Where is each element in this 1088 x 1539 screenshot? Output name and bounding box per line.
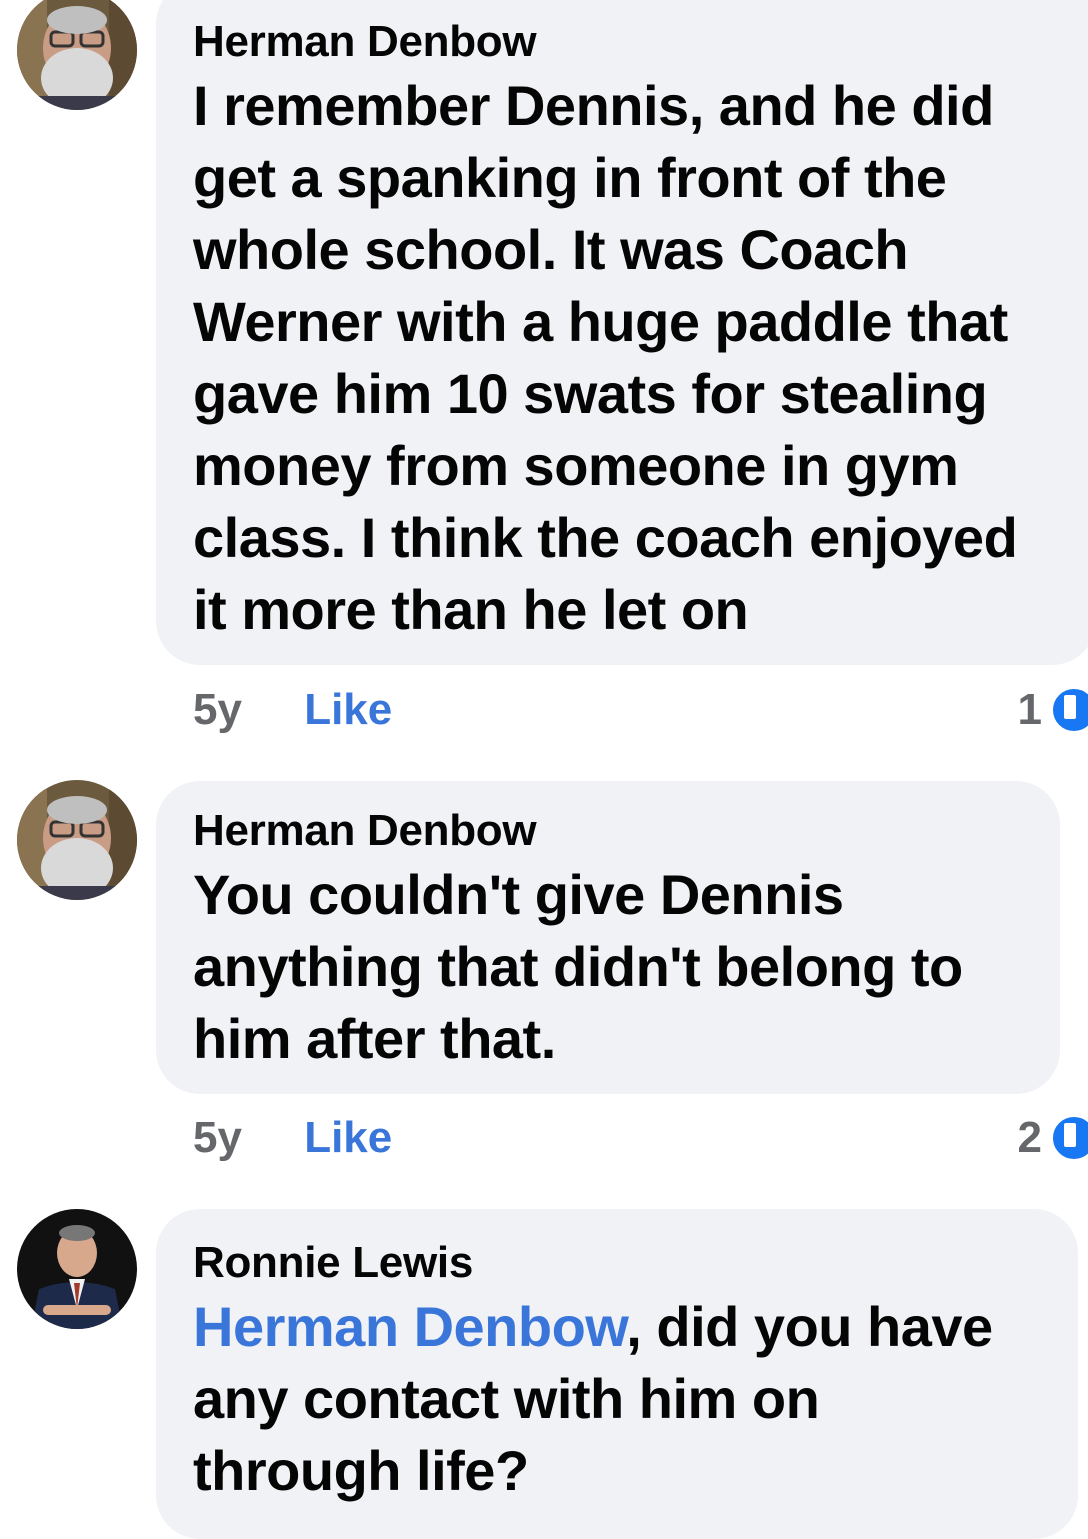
comment-line: class. I think the coach enjoyed [193,506,1018,569]
comment-line: him after that. [193,1007,556,1070]
bearded-man-avatar-icon [17,780,137,900]
reaction-count: 1 [1017,685,1042,734]
comment-line: whole school. It was Coach [193,218,909,281]
comment-bubble: Herman Denbow You couldn't give Dennis a… [156,781,1060,1094]
comment-timestamp[interactable]: 5y [193,1113,242,1162]
comment-line: Herman Denbow, did you have [193,1291,1058,1363]
comment-author[interactable]: Herman Denbow [193,803,1040,859]
comment-text: I remember Dennis, and he did get a span… [193,70,1076,646]
comment-actions: 5y Like [193,682,392,738]
comment-timestamp[interactable]: 5y [193,685,242,734]
reaction-summary[interactable]: 1 [1018,682,1088,738]
comment-line: any contact with him on [193,1367,820,1430]
reaction-summary[interactable]: 2 [1018,1110,1088,1166]
comment-line: gave him 10 swats for stealing [193,362,988,425]
like-button[interactable]: Like [304,685,392,734]
reaction-count: 2 [1017,1113,1042,1162]
comment-bubble: Herman Denbow I remember Dennis, and he … [156,0,1088,665]
comment-line: I remember Dennis, and he did [193,74,994,137]
comment-line: money from someone in gym [193,434,959,497]
avatar[interactable] [17,780,137,900]
comment-text: You couldn't give Dennis anything that d… [193,859,1040,1075]
comment-line: through life? [193,1439,529,1502]
comment-line: it more than he let on [193,578,749,641]
comment-line-rest: , did you have [626,1295,993,1358]
like-thumb-icon [1050,1110,1088,1166]
comment-actions: 5y Like [193,1110,392,1166]
comment-line: Werner with a huge paddle that [193,290,1008,353]
comment-author[interactable]: Herman Denbow [193,14,1076,70]
man-in-suit-avatar-icon [17,1209,137,1329]
comment-text: Herman Denbow, did you have any contact … [193,1291,1058,1507]
like-thumb-icon [1050,682,1088,738]
comment-line: You couldn't give Dennis [193,863,844,926]
comment-bubble: Ronnie Lewis Herman Denbow, did you have… [156,1209,1078,1539]
bearded-man-avatar-icon [17,0,137,110]
comment-line: get a spanking in front of the [193,146,947,209]
mention-link[interactable]: Herman Denbow [193,1295,627,1358]
avatar[interactable] [17,0,137,110]
comment-author[interactable]: Ronnie Lewis [193,1235,1058,1291]
like-button[interactable]: Like [304,1113,392,1162]
comment-line: anything that didn't belong to [193,935,963,998]
avatar[interactable] [17,1209,137,1329]
